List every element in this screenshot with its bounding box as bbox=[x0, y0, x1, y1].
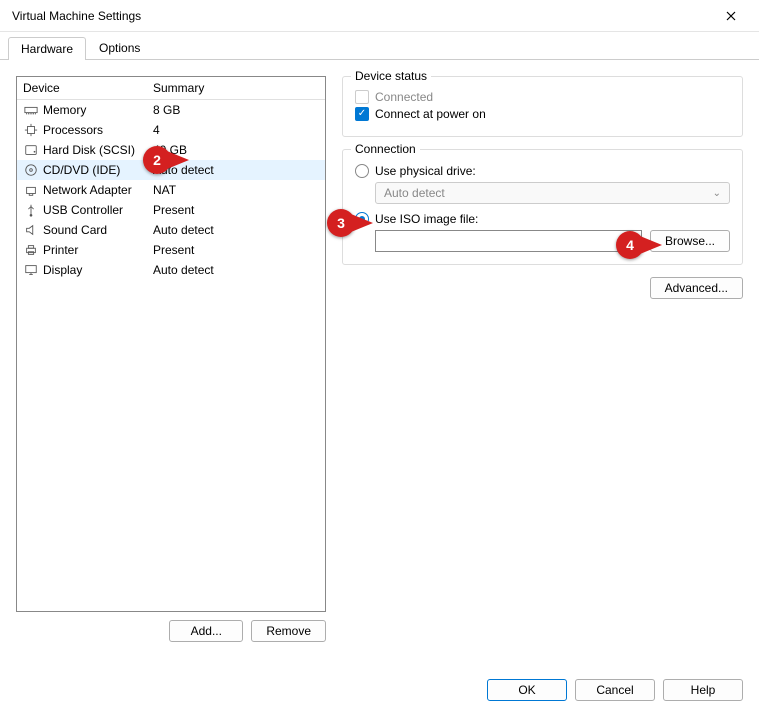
device-summary: Auto detect bbox=[153, 223, 319, 237]
device-row-net[interactable]: Network AdapterNAT bbox=[17, 180, 325, 200]
connected-checkbox bbox=[355, 90, 369, 104]
cancel-button[interactable]: Cancel bbox=[575, 679, 655, 701]
dialog-footer: OK Cancel Help bbox=[487, 679, 743, 701]
device-name: Network Adapter bbox=[43, 183, 153, 197]
cd-icon bbox=[23, 162, 39, 178]
title-bar: Virtual Machine Settings bbox=[0, 0, 759, 32]
connected-label: Connected bbox=[375, 90, 433, 104]
device-status-group: Device status Connected Connect at power… bbox=[342, 76, 743, 137]
connection-title: Connection bbox=[351, 142, 420, 156]
device-name: Processors bbox=[43, 123, 153, 137]
device-summary: Auto detect bbox=[153, 163, 319, 177]
device-row-printer[interactable]: PrinterPresent bbox=[17, 240, 325, 260]
device-row-hdd[interactable]: Hard Disk (SCSI)40 GB bbox=[17, 140, 325, 160]
sound-icon bbox=[23, 222, 39, 238]
device-name: CD/DVD (IDE) bbox=[43, 163, 153, 177]
device-name: Display bbox=[43, 263, 153, 277]
window-title: Virtual Machine Settings bbox=[8, 9, 711, 23]
chevron-down-icon: ⌄ bbox=[713, 188, 721, 199]
display-icon bbox=[23, 262, 39, 278]
printer-icon bbox=[23, 242, 39, 258]
settings-panel: Device status Connected Connect at power… bbox=[342, 76, 743, 642]
physical-drive-radio[interactable] bbox=[355, 164, 369, 178]
connect-poweron-label: Connect at power on bbox=[375, 107, 486, 121]
connect-poweron-checkbox[interactable] bbox=[355, 107, 369, 121]
device-name: Printer bbox=[43, 243, 153, 257]
cpu-icon bbox=[23, 122, 39, 138]
device-name: Sound Card bbox=[43, 223, 153, 237]
device-summary: NAT bbox=[153, 183, 319, 197]
device-summary: Present bbox=[153, 203, 319, 217]
device-row-display[interactable]: DisplayAuto detect bbox=[17, 260, 325, 280]
iso-file-radio[interactable] bbox=[355, 212, 369, 226]
device-name: Hard Disk (SCSI) bbox=[43, 143, 153, 157]
device-name: USB Controller bbox=[43, 203, 153, 217]
close-icon bbox=[726, 11, 736, 21]
device-summary: 8 GB bbox=[153, 103, 319, 117]
device-summary: Auto detect bbox=[153, 263, 319, 277]
tab-strip: Hardware Options bbox=[0, 32, 759, 60]
device-name: Memory bbox=[43, 103, 153, 117]
ok-button[interactable]: OK bbox=[487, 679, 567, 701]
tab-options[interactable]: Options bbox=[86, 36, 153, 59]
advanced-button[interactable]: Advanced... bbox=[650, 277, 743, 299]
physical-drive-combo: Auto detect ⌄ bbox=[375, 182, 730, 204]
browse-button[interactable]: Browse... bbox=[650, 230, 730, 252]
device-buttons: Add... Remove bbox=[16, 620, 326, 642]
col-device: Device bbox=[23, 81, 153, 95]
usb-icon bbox=[23, 202, 39, 218]
device-row-cpu[interactable]: Processors4 bbox=[17, 120, 325, 140]
memory-icon bbox=[23, 102, 39, 118]
add-button[interactable]: Add... bbox=[169, 620, 243, 642]
physical-drive-label: Use physical drive: bbox=[375, 164, 476, 178]
device-list-header: Device Summary bbox=[17, 77, 325, 100]
col-summary: Summary bbox=[153, 81, 319, 95]
device-panel: Device Summary Memory8 GBProcessors4Hard… bbox=[16, 76, 326, 642]
device-row-usb[interactable]: USB ControllerPresent bbox=[17, 200, 325, 220]
device-summary: 40 GB bbox=[153, 143, 319, 157]
physical-drive-value: Auto detect bbox=[384, 186, 445, 200]
device-row-sound[interactable]: Sound CardAuto detect bbox=[17, 220, 325, 240]
help-button[interactable]: Help bbox=[663, 679, 743, 701]
device-list[interactable]: Device Summary Memory8 GBProcessors4Hard… bbox=[16, 76, 326, 612]
net-icon bbox=[23, 182, 39, 198]
device-row-memory[interactable]: Memory8 GB bbox=[17, 100, 325, 120]
device-summary: 4 bbox=[153, 123, 319, 137]
connection-group: Connection Use physical drive: Auto dete… bbox=[342, 149, 743, 265]
iso-file-label: Use ISO image file: bbox=[375, 212, 478, 226]
hdd-icon bbox=[23, 142, 39, 158]
device-row-cd[interactable]: CD/DVD (IDE)Auto detect bbox=[17, 160, 325, 180]
tab-hardware[interactable]: Hardware bbox=[8, 37, 86, 60]
device-summary: Present bbox=[153, 243, 319, 257]
remove-button[interactable]: Remove bbox=[251, 620, 326, 642]
close-button[interactable] bbox=[711, 2, 751, 30]
device-status-title: Device status bbox=[351, 69, 431, 83]
iso-path-input[interactable] bbox=[375, 230, 642, 252]
content-area: Device Summary Memory8 GBProcessors4Hard… bbox=[0, 60, 759, 658]
